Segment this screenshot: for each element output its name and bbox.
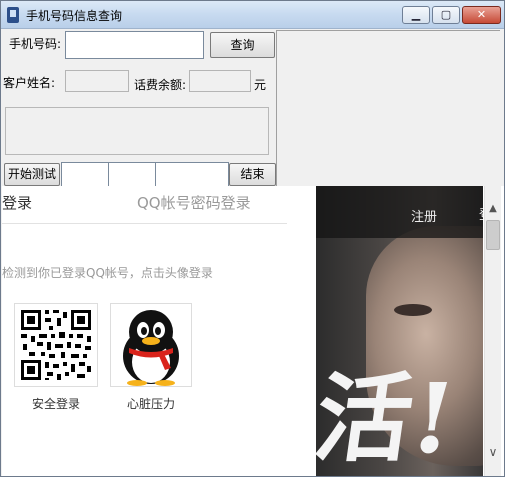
scroll-thumb[interactable] (486, 220, 500, 250)
query-form: 手机号码: 查询 客户姓名: 话费余额: 元 开始测试 结束 (2, 29, 276, 187)
minimize-button[interactable]: ▁ (402, 6, 430, 24)
app-icon (7, 7, 19, 23)
avatar-caption[interactable]: 心脏压力 (127, 395, 175, 412)
close-button[interactable]: ✕ (462, 6, 501, 24)
tab-qr-login[interactable]: 登录 (2, 192, 32, 213)
customer-name-field (65, 70, 129, 92)
start-test-button[interactable]: 开始测试 (4, 163, 60, 186)
balance-unit: 元 (254, 78, 267, 92)
partial-link[interactable]: 登 (479, 204, 483, 223)
phone-input[interactable] (65, 31, 204, 59)
side-panel (276, 30, 500, 186)
test-field-2[interactable] (108, 162, 156, 187)
tab-password-login[interactable]: QQ帐号密码登录 (137, 192, 251, 213)
tab-divider (2, 223, 287, 224)
vertical-scrollbar[interactable]: ▲ ∨ (484, 186, 501, 476)
title-bar[interactable]: 手机号码信息查询 ▁ ▢ ✕ (1, 1, 504, 29)
banner-top-band (316, 186, 483, 238)
qr-login-caption[interactable]: 安全登录 (32, 395, 80, 412)
result-memo[interactable] (5, 107, 269, 155)
login-hint: 检测到你已登录QQ帐号，点击头像登录 (2, 266, 213, 280)
qr-code-icon (19, 308, 93, 382)
chevron-down-icon[interactable]: ∨ (485, 444, 501, 460)
query-button[interactable]: 查询 (210, 32, 275, 58)
chevron-up-icon[interactable]: ▲ (485, 202, 501, 216)
maximize-button[interactable]: ▢ (432, 6, 460, 24)
end-button[interactable]: 结束 (229, 163, 276, 186)
register-link[interactable]: 注册 (411, 206, 437, 225)
balance-label: 话费余额: (134, 78, 187, 92)
customer-name-label: 客户姓名: (3, 76, 56, 90)
qq-penguin-avatar (123, 310, 179, 386)
banner-photo: 注册 登 活! (316, 186, 483, 476)
window-title: 手机号码信息查询 (26, 9, 123, 23)
balance-field (189, 70, 251, 92)
banner-text: 活! (316, 362, 463, 475)
test-field-1[interactable] (61, 162, 109, 187)
app-window: 手机号码信息查询 ▁ ▢ ✕ 手机号码: 查询 客户姓名: 话费余额: 元 开始… (0, 0, 505, 477)
qq-login-webview: 登录 QQ帐号密码登录 检测到你已登录QQ帐号，点击头像登录 安全登录 心脏压力… (2, 186, 504, 476)
qq-avatar-tile[interactable] (110, 303, 192, 387)
qr-login-tile[interactable] (14, 303, 98, 387)
banner-eye-shape (394, 304, 432, 316)
test-field-3[interactable] (155, 162, 229, 187)
phone-label: 手机号码: (9, 37, 62, 51)
